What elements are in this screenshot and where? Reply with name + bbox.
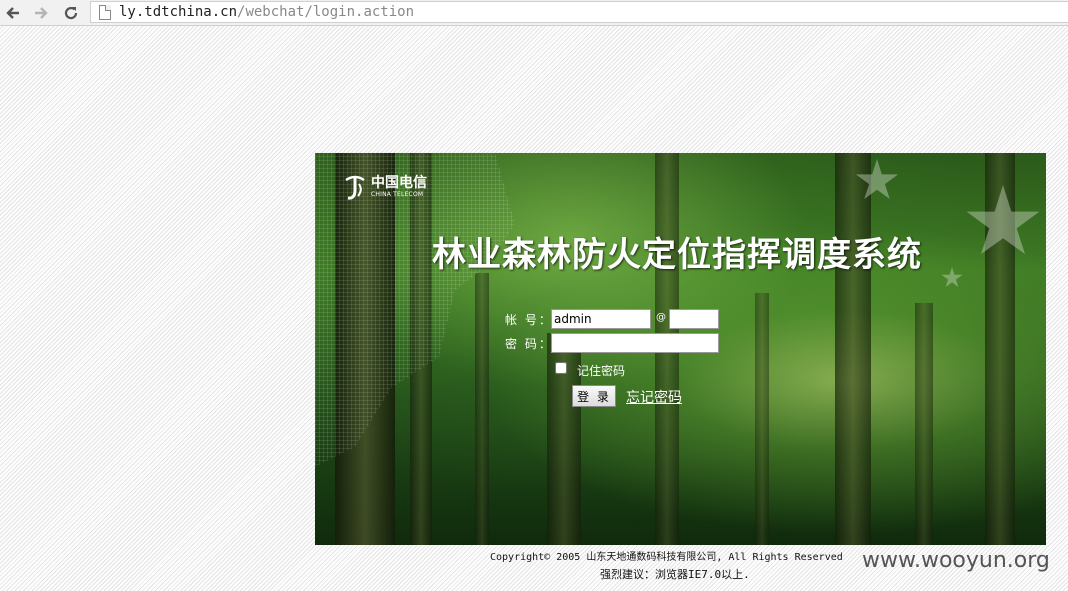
url-path: /webchat/login.action [237,4,415,20]
password-input[interactable] [551,333,719,353]
domain-input[interactable] [669,309,719,329]
account-label: 帐 号： [505,313,553,327]
forward-arrow-svg [35,7,48,19]
password-label: 密 码： [505,337,553,351]
tree-trunk [835,153,871,545]
watermark: www.wooyun.org [862,548,1050,573]
logo-chinese: 中国电信 [371,175,427,191]
tree-trunk [755,293,769,545]
remember-password-checkbox[interactable] [555,362,567,374]
account-input[interactable] [551,309,651,329]
back-arrow-svg [6,7,19,19]
login-button[interactable]: 登 录 [572,385,616,407]
china-telecom-logo: 中国电信 CHINA TELECOM [343,173,427,201]
back-arrow-icon[interactable] [2,2,24,24]
reload-svg [64,6,78,20]
star-decoration [941,267,963,288]
logo-text: 中国电信 CHINA TELECOM [367,175,427,199]
address-bar[interactable]: ly.tdtchina.cn/webchat/login.action [90,1,1068,23]
forward-arrow-icon[interactable] [30,2,52,24]
copyright-text: Copyright© 2005 山东天地通数码科技有限公司, All Right… [490,552,843,563]
at-symbol: @ [656,312,666,323]
system-title: 林业森林防火定位指挥调度系统 [432,235,922,275]
remember-password-label: 记住密码 [577,364,626,378]
url-text: ly.tdtchina.cn/webchat/login.action [119,4,414,20]
browser-recommendation: 强烈建议：浏览器IE7.0以上. [600,568,750,581]
tree-trunk [915,303,933,545]
browser-toolbar: ly.tdtchina.cn/webchat/login.action [0,0,1068,26]
logo-english: CHINA TELECOM [371,191,424,198]
telecom-logo-icon [345,175,365,200]
url-host: ly.tdtchina.cn [119,4,238,20]
tree-trunk [475,273,489,545]
reload-icon[interactable] [60,2,82,24]
login-banner: 中国电信 CHINA TELECOM 林业森林防火定位指挥调度系统 帐 号： @… [315,153,1046,545]
page-icon [99,4,111,20]
forgot-password-link[interactable]: 忘记密码 [626,387,682,407]
